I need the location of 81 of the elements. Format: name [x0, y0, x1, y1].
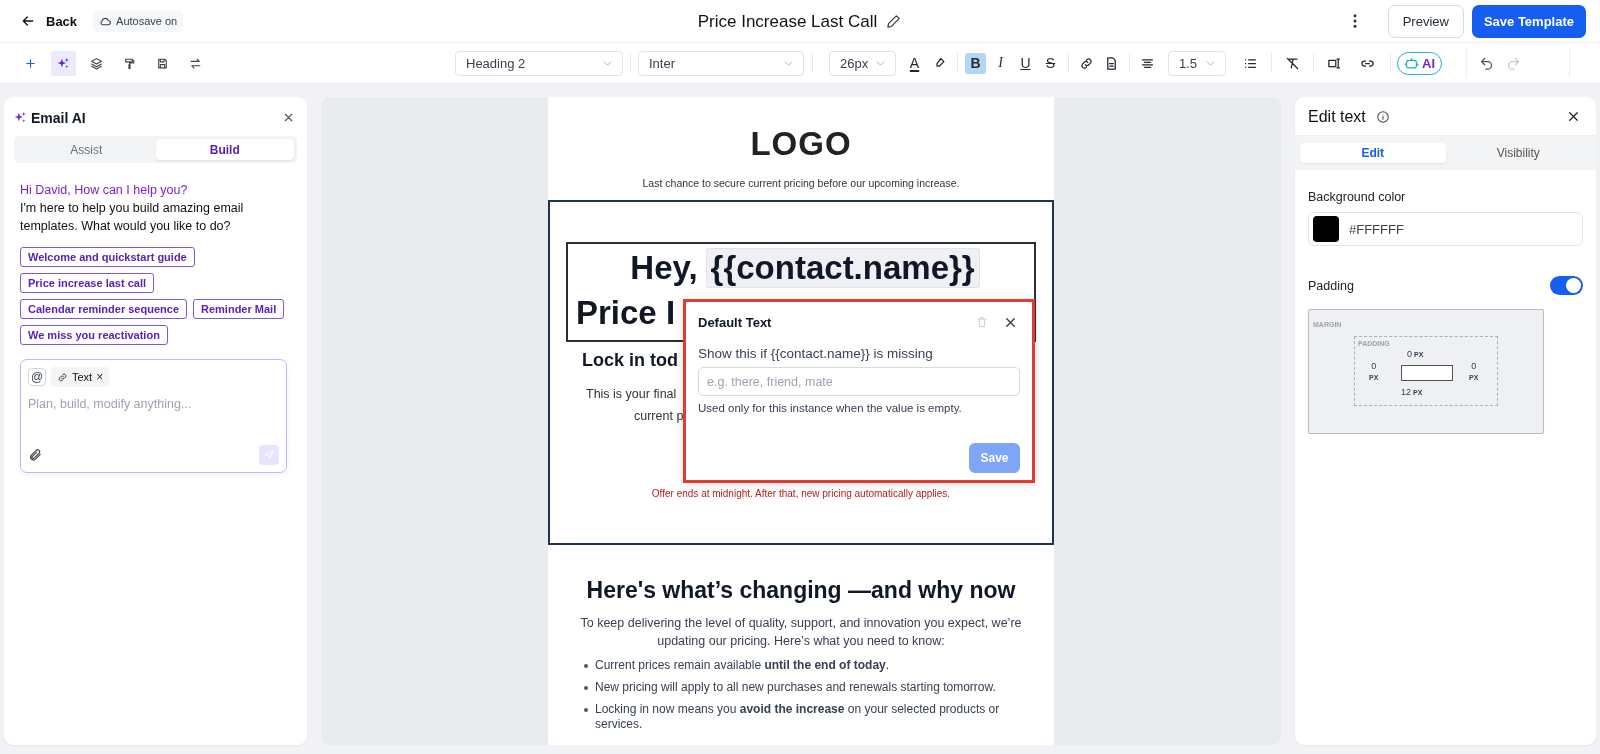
ai-button[interactable]: AI [1397, 51, 1442, 75]
default-text-input[interactable]: e.g. there, friend, mate [698, 367, 1020, 396]
redo-icon [1506, 55, 1521, 71]
bullet-text: New pricing will apply to all new purchases and renewals starting tomorrow. [595, 680, 996, 695]
mention-button[interactable]: @ [28, 368, 46, 386]
padding-toggle[interactable] [1550, 276, 1583, 295]
attach-button[interactable] [28, 448, 42, 462]
section-intro: To keep delivering the level of quality, support, and innovation you expect, we’re updating our pricing. Here’s what you need to know: [579, 615, 1023, 650]
logo: LOGO [750, 125, 852, 163]
field-label: Padding [1308, 278, 1354, 293]
subheading: Lock in tod [582, 350, 678, 371]
close-icon [1566, 109, 1581, 124]
italic-button[interactable]: I [990, 52, 1011, 74]
sparkle-icon [14, 111, 27, 124]
bullet-text: Locking in now means you avoid the increase on your selected products or services. [595, 702, 1001, 732]
panel-title: Edit text [1308, 107, 1366, 126]
suggestion-chip[interactable]: Price increase last call [20, 273, 155, 293]
undo-icon [1479, 55, 1494, 71]
toolbar-button[interactable] [51, 50, 76, 76]
template-title: Price Increase Last Call [697, 11, 878, 32]
bullet-text: Current prices remain available until the end of today. [595, 658, 890, 673]
text-field-icon [1327, 55, 1342, 71]
back-arrow-icon [20, 13, 36, 29]
suggestion-chip[interactable]: Reminder Mail [193, 299, 285, 319]
bold-button[interactable]: B [965, 52, 986, 74]
field-label: Show this if {{contact.name}} is missing [698, 346, 934, 361]
panel-title: Email AI [31, 109, 86, 126]
color-field[interactable]: #FFFFFF [1308, 212, 1583, 246]
bullet-icon [584, 708, 588, 712]
body-text: This is your final [586, 386, 677, 403]
suggestion-chip[interactable]: Welcome and quickstart guide [20, 247, 195, 267]
link-icon [57, 371, 68, 383]
font-size-dropdown[interactable]: 26px [829, 50, 896, 76]
tagline: Last chance to secure current pricing before our upcoming increase. [642, 177, 960, 189]
pencil-icon [885, 13, 903, 30]
bullet-icon [584, 686, 588, 690]
prompt-composer[interactable]: @ Text × Plan, build, modify anything... [20, 359, 287, 473]
intro-text: I'm here to help you build amazing email templates. What would you like to do? [20, 200, 245, 235]
close-icon [282, 111, 295, 124]
text-color-button[interactable]: A [904, 52, 925, 74]
heading-text: Price I [576, 294, 676, 332]
tab[interactable]: Assist [17, 139, 156, 160]
context-chip-label: Text [72, 371, 93, 383]
info-icon [1375, 109, 1390, 124]
link-icon [1079, 55, 1094, 71]
tab[interactable]: Edit [1300, 143, 1446, 163]
field-label: Background color [1308, 190, 1407, 204]
heading-text: Hey, [630, 249, 698, 287]
selected-block[interactable] [548, 200, 1054, 545]
tab[interactable]: Build [155, 139, 294, 160]
tab[interactable]: Visibility [1445, 143, 1591, 163]
strikethrough-button[interactable]: S [1040, 52, 1061, 74]
section-title: Here's what’s changing —and why now [586, 577, 1016, 604]
body-text: current p [634, 408, 684, 425]
popup-title: Default Text [698, 314, 772, 330]
offer-text: Offer ends at midnight. After that, new pricing automatically applies. [650, 488, 952, 499]
save-template-button[interactable]: Save Template [1471, 4, 1586, 38]
suggestion-chip[interactable]: Calendar reminder sequence [20, 299, 187, 319]
suggestion-chip[interactable]: We miss you reactivation [20, 325, 168, 345]
merge-tag[interactable]: {{contact.name}} [705, 248, 980, 288]
help-text: Used only for this instance when the value is empty. [698, 402, 963, 414]
underline-button[interactable]: U [1015, 52, 1036, 74]
autosave-badge: Autosave on [93, 10, 184, 32]
send-icon [263, 449, 275, 461]
bullet-icon [584, 664, 588, 668]
content-box [1401, 365, 1453, 381]
layers-icon [90, 55, 103, 71]
paperclip-icon [28, 448, 42, 462]
block-type-dropdown[interactable]: Heading 2 [455, 50, 623, 76]
greeting-text: Hi David, How can I help you? [20, 183, 189, 197]
trash-icon [975, 315, 989, 329]
back-button[interactable]: Back [16, 9, 82, 33]
robot-icon [1404, 55, 1419, 71]
clear-format-icon [1285, 55, 1300, 71]
undo-button[interactable] [1479, 55, 1494, 71]
color-swatch[interactable] [1313, 216, 1339, 242]
document-icon [1104, 55, 1119, 71]
remove-chip-button[interactable]: × [96, 370, 104, 384]
line-height-dropdown[interactable]: 1.5 [1168, 50, 1226, 76]
preview-button[interactable]: Preview [1387, 4, 1464, 38]
font-dropdown[interactable]: Inter [638, 50, 804, 76]
